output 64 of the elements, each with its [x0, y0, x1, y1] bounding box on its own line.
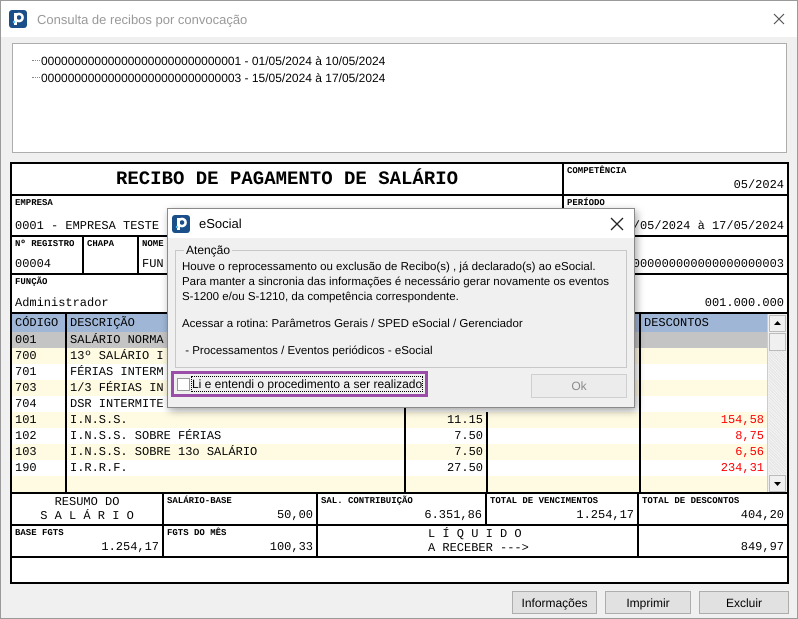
table-cell: 234,31 — [720, 461, 764, 475]
field-label: NOME — [142, 239, 164, 249]
field-value: 05/2024 — [734, 178, 784, 192]
action-button[interactable]: Excluir — [699, 591, 789, 614]
table-cell: 7.50 — [454, 445, 483, 459]
field-label: CHAPA — [87, 239, 114, 249]
close-icon[interactable] — [773, 13, 785, 25]
scroll-thumb[interactable] — [769, 333, 786, 351]
summary-title: S A L Á R I O — [40, 509, 134, 523]
field-value: FUN — [142, 257, 164, 271]
group-title: Atenção — [184, 243, 232, 257]
field-value: 50,00 — [276, 508, 313, 522]
logo-icon — [9, 10, 27, 28]
tree-item[interactable]: 000000000000000000000000000003 - 15/05/2024 à 17/05/2024 — [41, 70, 386, 84]
table-cell: 27.50 — [446, 461, 483, 475]
field-value: /05/2024 à 17/05/2024 — [632, 219, 784, 233]
field-value: 0001 - EMPRESA TESTE — [15, 219, 160, 233]
field-value: 849,97 — [740, 540, 784, 554]
table-row[interactable]: 101 I.N.S.S. 11.15 154,58 — [12, 412, 767, 428]
field-label: BASE FGTS — [15, 528, 64, 538]
field-label: FUNÇÃO — [15, 277, 48, 287]
net-pay-label: A RECEBER ---> — [428, 541, 529, 555]
field-value: 6.351,86 — [424, 508, 482, 522]
checkbox[interactable] — [177, 378, 190, 390]
table-cell: 8,75 — [735, 429, 764, 443]
field-label: COMPETÊNCIA — [567, 166, 626, 176]
field-label: EMPRESA — [15, 198, 53, 208]
tree-line — [32, 60, 40, 62]
dialog-title: eSocial — [199, 216, 242, 231]
field-label: Nº REGISTRO — [15, 239, 74, 249]
scrollbar[interactable] — [767, 314, 787, 492]
field-value: 100,33 — [270, 540, 313, 554]
table-cell: 7.50 — [454, 429, 483, 443]
action-button[interactable]: Informações — [512, 591, 597, 614]
field-label: FGTS DO MÊS — [167, 528, 226, 538]
field-value: Administrador — [15, 296, 109, 310]
field-value: 00004 — [15, 257, 52, 271]
summary-title: RESUMO DO — [54, 495, 120, 509]
action-button[interactable]: Imprimir — [605, 591, 691, 614]
field-value: 001.000.000 — [704, 296, 784, 310]
message-text: Houve o reprocessamento ou exclusão de Recibo(s) , já declarado(s) ao eSocial. Para manter a sincronia das informações é necessário gerar novamente os eventos S-1200 e/ou S-1210, da competência correspondente. — [182, 260, 610, 305]
field-value: 404,20 — [740, 508, 784, 522]
scroll-down-icon[interactable] — [769, 475, 786, 492]
field-label: PERÍODO — [567, 198, 605, 208]
field-value: 1.254,17 — [576, 508, 634, 522]
field-label: SALÁRIO-BASE — [167, 496, 232, 506]
tree-item[interactable]: 000000000000000000000000000001 - 01/05/2024 à 10/05/2024 — [41, 54, 386, 68]
column-header: DESCONTOS — [643, 315, 710, 332]
net-pay-label: L Í Q U I D O — [428, 527, 522, 541]
close-icon[interactable] — [610, 216, 624, 230]
field-label: SAL. CONTRIBUIÇÃO — [321, 496, 413, 506]
table-row[interactable]: 103 I.N.S.S. SOBRE 13o SALÁRIO 7.50 6,56 — [12, 444, 767, 460]
window-title: Consulta de recibos por convocação — [37, 12, 248, 26]
scroll-up-icon[interactable] — [769, 315, 786, 332]
field-value: 1.254,17 — [101, 540, 159, 554]
table-cell: 11.15 — [446, 413, 483, 427]
tree-line — [32, 76, 40, 78]
table-cell: 6,56 — [735, 445, 764, 459]
field-label: TOTAL DE DESCONTOS — [642, 496, 740, 506]
receipt-title: RECIBO DE PAGAMENTO DE SALÁRIO — [116, 168, 458, 190]
table-cell: 154,58 — [720, 413, 764, 427]
field-label: TOTAL DE VENCIMENTOS — [490, 496, 598, 506]
field-value: 000000000000000000003 — [632, 257, 784, 271]
logo-icon — [172, 214, 190, 232]
